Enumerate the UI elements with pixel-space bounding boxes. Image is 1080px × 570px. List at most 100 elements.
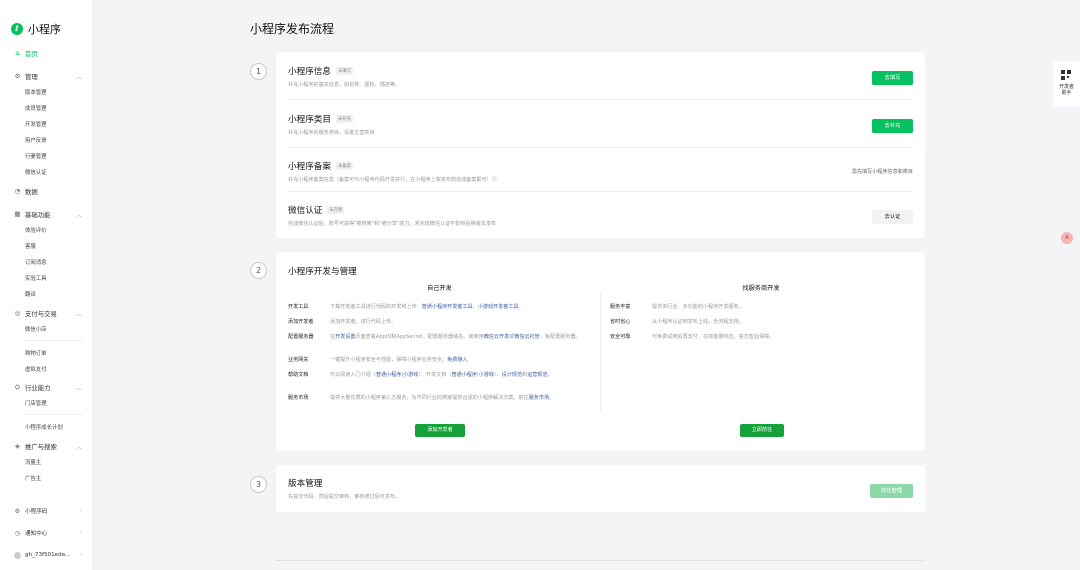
- sidebar-item-advertiser[interactable]: 广告主: [25, 473, 41, 485]
- app-logo[interactable]: ℓ 小程序: [11, 21, 61, 37]
- chevron-up-icon: ︿: [75, 310, 82, 318]
- filing-note: 需先填写小程序信息和类目: [851, 169, 913, 175]
- dev-settings-link[interactable]: 开发设置: [335, 334, 355, 340]
- step3-card: 版本管理 先提交代码，然后提交审核，审核通过后可发布。 前往管理: [276, 465, 925, 512]
- grid-icon: ▦: [14, 210, 21, 218]
- sidebar-item-qrcode[interactable]: ⚙ 小程序码 ›: [0, 504, 92, 518]
- sidebar-divider: [25, 340, 83, 341]
- row-title: 版本管理: [288, 479, 323, 489]
- avatar: [14, 551, 21, 559]
- sidebar-item-account[interactable]: gh_73f501eda... ›: [0, 548, 92, 562]
- row-wechat-auth: 微信认证 未完善 完成微信认证后，账号可获得"被搜索"和"被分享"能力。未完成微…: [288, 204, 913, 227]
- sidebar-item-behavior[interactable]: 行妻管理: [25, 151, 47, 163]
- assistant-label-2: 助手: [1061, 90, 1072, 96]
- sidebar-group-promote[interactable]: ◈ 推广与搜索 ︿: [0, 439, 92, 453]
- go-manage-button[interactable]: 前往管理: [870, 484, 913, 498]
- gear-icon: ⚙: [14, 72, 21, 80]
- service-market-link[interactable]: 服务市场: [529, 395, 549, 401]
- payment-icon: ◎: [14, 309, 21, 317]
- mini-program-logo-icon: ℓ: [11, 23, 23, 35]
- kv-add-developer: 添加开发者 添加开发者，进行代码上传。: [288, 319, 397, 325]
- column-divider: [600, 292, 601, 412]
- step1-card: 小程序信息 未填写 补充小程序的基本信息，如名称、图标、描述等。 去填写 小程序…: [276, 52, 925, 238]
- chevron-up-icon: ︿: [75, 211, 82, 219]
- floating-badge-icon[interactable]: A: [1061, 232, 1073, 244]
- vendor-dev-title: 找服务商开发: [742, 285, 780, 292]
- sidebar-item-orders[interactable]: 购物订单: [25, 348, 47, 360]
- step-number-2: 2: [250, 262, 267, 279]
- go-now-button[interactable]: 立即前往: [740, 424, 784, 437]
- chart-icon: ◔: [14, 187, 21, 195]
- sidebar-item-data[interactable]: ◔ 数据: [0, 184, 92, 198]
- qrcode-icon: ⚙: [14, 507, 21, 515]
- sidebar-item-publisher[interactable]: 流量主: [25, 457, 41, 469]
- row-desc: 补充小程序的服务类目，设置主营类目: [288, 130, 375, 136]
- section-title: 小程序开发与管理: [288, 267, 357, 277]
- divider: [288, 99, 913, 100]
- game-tools-link[interactable]: 小游戏开发者工具: [478, 304, 519, 310]
- sidebar-divider: [25, 414, 83, 415]
- chevron-up-icon: ︿: [75, 443, 82, 451]
- row-category: 小程序类目 未补充 补充小程序的服务类目，设置主营类目: [288, 113, 913, 136]
- dev-tools-link[interactable]: 普通小程序开发者工具: [422, 304, 473, 310]
- sidebar-item-feedback[interactable]: 用户反馈: [25, 135, 47, 147]
- divider: [288, 147, 913, 148]
- app-name: 小程序: [28, 23, 61, 36]
- row-title: 小程序备案: [288, 162, 331, 172]
- row-mini-program-info: 小程序信息 未填写 补充小程序的基本信息，如名称、图标、描述等。: [288, 65, 913, 88]
- sidebar-item-service[interactable]: 客服: [25, 241, 36, 253]
- fill-info-button[interactable]: 去填写: [872, 71, 913, 85]
- sidebar-group-manage[interactable]: ⚙ 管理 ︿: [0, 69, 92, 83]
- row-filing: 小程序备案 未备案 补充小程序备案信息（备案可与小程序代码开发并行，在小程序上架…: [288, 160, 913, 183]
- chevron-right-icon: ›: [79, 508, 82, 514]
- sidebar-item-shop[interactable]: 微信小店: [25, 324, 47, 336]
- promote-icon: ◈: [15, 442, 20, 450]
- verify-button[interactable]: 去认证: [872, 210, 913, 224]
- chevron-right-icon: ›: [79, 530, 82, 536]
- row-desc: 补充小程序备案信息（备案可与小程序代码开发并行，在小程序上架发布前完成备案即可）…: [288, 177, 497, 183]
- sidebar-item-home[interactable]: ⌂ 首页: [0, 46, 92, 60]
- row-version-manage: 版本管理 先提交代码，然后提交审核，审核通过后可发布。: [288, 477, 913, 500]
- row-title: 微信认证: [288, 206, 323, 216]
- free-access-link[interactable]: 免费接入: [447, 357, 467, 363]
- sidebar-item-members[interactable]: 成员管理: [25, 103, 47, 115]
- add-category-button[interactable]: 去补充: [872, 119, 913, 133]
- bell-icon: ◷: [14, 529, 21, 537]
- sidebar-item-wechat-auth[interactable]: 微信认证: [25, 167, 47, 179]
- status-badge: 未备案: [335, 162, 353, 170]
- kv-secure: 安全可靠 可免费试用后再支付，在线客服响应，官方售后保障。: [610, 334, 775, 340]
- cloud-hosting-link[interactable]: 微信云托管: [514, 334, 539, 340]
- add-developer-button[interactable]: 添加开发者: [415, 424, 465, 437]
- row-title: 小程序信息: [288, 67, 331, 77]
- chevron-right-icon: ›: [79, 552, 82, 558]
- sidebar-item-subscribe[interactable]: 订阅消息: [25, 257, 47, 269]
- sidebar-item-dev[interactable]: 开发管理: [25, 119, 47, 131]
- row-desc: 补充小程序的基本信息，如名称、图标、描述等。: [288, 82, 401, 88]
- row-desc: 完成微信认证后，账号可获得"被搜索"和"被分享"能力。未完成微信认证不影响后续版…: [288, 221, 497, 227]
- self-dev-title: 自己开发: [427, 285, 452, 292]
- home-icon: ⌂: [15, 49, 20, 57]
- row-desc: 先提交代码，然后提交审核，审核通过后可发布。: [288, 494, 401, 500]
- sidebar-item-translate[interactable]: 翻译: [25, 289, 36, 301]
- developer-assistant-panel[interactable]: 开发者 助手: [1053, 62, 1080, 106]
- status-badge: 未填写: [335, 67, 353, 75]
- sidebar-group-industry[interactable]: ⛭ 行业能力 ︿: [0, 380, 92, 394]
- sidebar-group-basic[interactable]: ▦ 基础功能 ︿: [0, 207, 92, 221]
- cloud-dev-link[interactable]: 微信云开发: [484, 334, 509, 340]
- kv-dev-tools: 开发工具 下载开发者工具进行代码的开发和上传：普通小程序开发者工具、小游戏开发者…: [288, 304, 524, 310]
- page-title: 小程序发布流程: [250, 22, 335, 36]
- sidebar-item-store[interactable]: 门店管理: [25, 398, 47, 410]
- sidebar-item-notifications[interactable]: ◷ 通知中心 ›: [0, 526, 92, 540]
- sidebar-item-growth[interactable]: 小程序成长计划: [25, 422, 63, 434]
- sidebar-item-rating[interactable]: 体验评价: [25, 225, 47, 237]
- sidebar-item-virtual-pay[interactable]: 虚拟支付: [25, 364, 47, 376]
- sidebar-item-lab[interactable]: 实验工具: [25, 273, 47, 285]
- sidebar-group-payment[interactable]: ◎ 支付与交易 ︿: [0, 306, 92, 320]
- divider: [276, 560, 925, 561]
- kv-rich-services: 服务丰富 提供多行业、多功能的小程序开发服务。: [610, 304, 744, 310]
- sidebar: ℓ 小程序 ⌂ 首页 ⚙ 管理 ︿ 版本管理 成员管理 开发管理 用户反馈 行妻…: [0, 0, 92, 570]
- sidebar-item-version[interactable]: 版本管理: [25, 87, 47, 99]
- kv-server-config: 配置服务器 在开发设置页面查看AppID和AppSecret，配置服务器域名。或…: [288, 334, 581, 340]
- row-title: 小程序类目: [288, 115, 331, 125]
- chevron-up-icon: ︿: [75, 73, 82, 81]
